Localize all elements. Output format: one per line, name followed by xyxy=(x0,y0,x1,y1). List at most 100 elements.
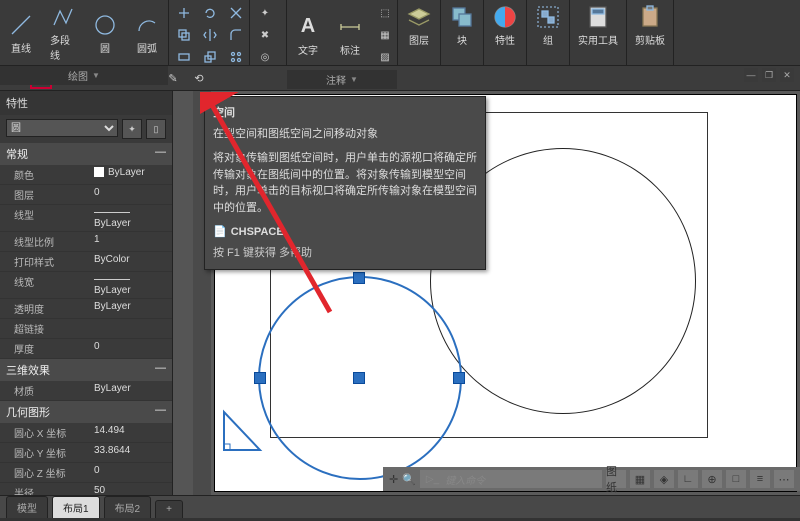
tooltip: 空间 在型空间和图纸空间之间移动对象 将对象传输到图纸空间时，用户单击的源视口将… xyxy=(204,96,486,270)
dimension-icon xyxy=(337,14,363,40)
tooltip-desc: 在型空间和图纸空间之间移动对象 xyxy=(213,126,477,143)
dim-label: 标注 xyxy=(340,42,360,57)
util-button[interactable]: 实用工具 xyxy=(570,0,626,51)
draw-group-label: 绘图▼ xyxy=(0,66,168,85)
crosshair-icon[interactable]: ✛ xyxy=(389,473,398,486)
table-icon[interactable]: ▦ xyxy=(374,25,396,45)
quick-select-icon[interactable]: ✦ xyxy=(122,119,142,139)
line-button[interactable]: 直线 xyxy=(0,0,42,66)
grip-left[interactable] xyxy=(254,372,266,384)
hatch-icon[interactable]: ▨ xyxy=(374,47,396,67)
circle-button[interactable]: 圆 xyxy=(84,0,126,66)
osnap-icon[interactable]: □ xyxy=(726,470,746,488)
property-row[interactable]: 线型比例1 xyxy=(0,232,172,252)
calc-icon xyxy=(585,4,611,30)
props-icon xyxy=(492,4,518,30)
section-header[interactable]: 常规— xyxy=(0,143,172,165)
property-row[interactable]: 圆心 X 坐标14.494 xyxy=(0,423,172,443)
status-bar: ✛ 🔍 ▷_ 键入命令 图纸 ▦ ◈ ∟ ⊕ □ ≡ ⋯ xyxy=(383,467,800,491)
annot-group-label: 注释▼ xyxy=(287,70,397,89)
close-icon[interactable]: ✕ xyxy=(780,68,794,82)
command-line[interactable]: ▷_ 键入命令 xyxy=(420,470,602,488)
array-icon[interactable] xyxy=(224,47,248,67)
section-header[interactable]: 几何图形— xyxy=(0,401,172,423)
property-row[interactable]: 半径50 xyxy=(0,483,172,495)
select-icon[interactable]: ▯ xyxy=(146,119,166,139)
tab-布局1[interactable]: 布局1 xyxy=(52,496,100,518)
block-button[interactable]: 块 xyxy=(441,0,483,51)
fillet-icon[interactable] xyxy=(224,25,248,45)
window-buttons: — ❐ ✕ xyxy=(744,68,794,82)
grip-top[interactable] xyxy=(353,272,365,284)
group-button[interactable]: 组 xyxy=(527,0,569,51)
grip-right[interactable] xyxy=(453,372,465,384)
property-row[interactable]: 线宽ByLayer xyxy=(0,272,172,299)
explode-icon[interactable]: ✦ xyxy=(253,3,277,23)
leader-icon[interactable]: ⬚ xyxy=(374,3,396,23)
grip-center[interactable] xyxy=(353,372,365,384)
block-icon xyxy=(449,4,475,30)
tb-7[interactable]: ⟲ xyxy=(190,69,208,87)
restore-icon[interactable]: ❐ xyxy=(762,68,776,82)
move-icon[interactable] xyxy=(172,3,196,23)
ortho-icon[interactable]: ∟ xyxy=(678,470,698,488)
dim-button[interactable]: 标注 xyxy=(329,0,371,70)
lwt-icon[interactable]: ≡ xyxy=(750,470,770,488)
layer-icon xyxy=(406,4,432,30)
clipboard-icon xyxy=(637,4,663,30)
polar-icon[interactable]: ⊕ xyxy=(702,470,722,488)
arc-button[interactable]: 圆弧 xyxy=(126,0,168,66)
paper-toggle[interactable]: 图纸 xyxy=(606,470,626,488)
polyline-button[interactable]: 多段线 xyxy=(42,0,84,66)
property-row[interactable]: 图层0 xyxy=(0,185,172,205)
scale-icon[interactable] xyxy=(198,47,222,67)
property-row[interactable]: 材质ByLayer xyxy=(0,381,172,401)
add-tab-button[interactable]: + xyxy=(155,500,183,518)
property-row[interactable]: 线型ByLayer xyxy=(0,205,172,232)
search-icon[interactable]: 🔍 xyxy=(402,473,416,486)
property-row[interactable]: 透明度ByLayer xyxy=(0,299,172,319)
property-row[interactable]: 颜色ByLayer xyxy=(0,165,172,185)
min-icon[interactable]: — xyxy=(744,68,758,82)
layer-button[interactable]: 图层 xyxy=(398,0,440,51)
tooltip-command: 📄 CHSPACE xyxy=(213,224,477,241)
text-label: 文字 xyxy=(298,42,318,57)
property-row[interactable]: 圆心 Z 坐标0 xyxy=(0,463,172,483)
property-row[interactable]: 打印样式ByColor xyxy=(0,252,172,272)
property-row[interactable]: 圆心 Y 坐标33.8644 xyxy=(0,443,172,463)
ucs-icon xyxy=(222,406,268,452)
selection-dropdown[interactable]: 圆 xyxy=(6,119,118,137)
circle-label: 圆 xyxy=(100,40,110,55)
section-header[interactable]: 三维效果— xyxy=(0,359,172,381)
ribbon: 直线 多段线 圆 圆弧 绘图▼ ✦ ✖ ◎ A 文字 标注 xyxy=(0,0,800,66)
properties-list: 常规—颜色ByLayer图层0线型ByLayer线型比例1打印样式ByColor… xyxy=(0,143,172,495)
text-button[interactable]: A 文字 xyxy=(287,0,329,70)
stretch-icon[interactable] xyxy=(172,47,196,67)
text-icon: A xyxy=(295,14,321,40)
properties-panel: 特性 圆 ✦ ▯ 常规—颜色ByLayer图层0线型ByLayer线型比例1打印… xyxy=(0,91,173,495)
snap-icon[interactable]: ◈ xyxy=(654,470,674,488)
copy-icon[interactable] xyxy=(172,25,196,45)
circle-icon xyxy=(92,12,118,38)
grid-icon[interactable]: ▦ xyxy=(630,470,650,488)
properties-title: 特性 xyxy=(0,91,172,115)
clipboard-button[interactable]: 剪贴板 xyxy=(627,0,673,51)
group-icon xyxy=(535,4,561,30)
property-row[interactable]: 厚度0 xyxy=(0,339,172,359)
offset-icon[interactable]: ◎ xyxy=(253,47,277,67)
rotate-icon[interactable] xyxy=(198,3,222,23)
erase-icon[interactable]: ✖ xyxy=(253,25,277,45)
props-button[interactable]: 特性 xyxy=(484,0,526,51)
polyline-label: 多段线 xyxy=(50,32,76,62)
layout-tabs: 模型布局1布局2+ xyxy=(0,495,800,518)
trim-icon[interactable] xyxy=(224,3,248,23)
mirror-icon[interactable] xyxy=(198,25,222,45)
tab-模型[interactable]: 模型 xyxy=(6,496,48,518)
line-label: 直线 xyxy=(11,40,31,55)
more-icon[interactable]: ⋯ xyxy=(774,470,794,488)
command-icon: 📄 xyxy=(213,224,227,241)
polyline-icon xyxy=(50,4,76,30)
property-row[interactable]: 超链接 xyxy=(0,319,172,339)
tab-布局2[interactable]: 布局2 xyxy=(104,496,152,518)
line-icon xyxy=(8,12,34,38)
